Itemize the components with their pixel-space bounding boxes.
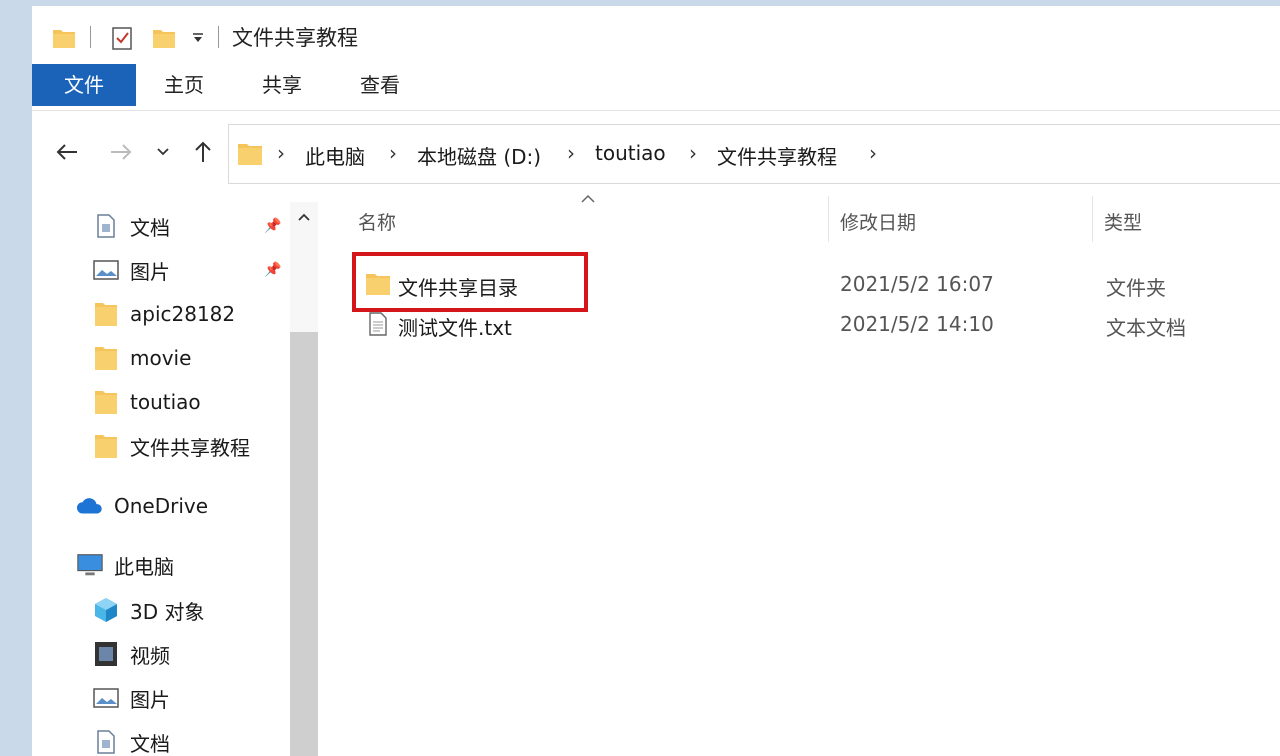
sidebar-item-movie[interactable]: movie <box>92 338 191 378</box>
sidebar-item-onedrive[interactable]: OneDrive <box>76 486 208 526</box>
separator <box>90 26 91 48</box>
folder-icon <box>364 270 392 298</box>
pin-icon[interactable]: 📌 <box>264 262 281 278</box>
breadcrumb-this-pc[interactable]: 此电脑 <box>305 141 365 170</box>
window-title: 文件共享教程 <box>232 26 358 50</box>
sidebar-item-label: 文档 <box>130 215 170 240</box>
folder-icon <box>92 300 120 328</box>
breadcrumb-separator-icon[interactable]: › <box>567 141 575 165</box>
sidebar-item-toutiao[interactable]: toutiao <box>92 382 201 422</box>
address-bar[interactable]: › 此电脑 › 本地磁盘 (D:) › toutiao › 文件共享教程 › <box>228 124 1280 184</box>
properties-icon[interactable] <box>108 24 136 52</box>
sidebar-item-pictures-pc[interactable]: 图片 <box>92 678 170 718</box>
recent-locations-chevron-icon[interactable] <box>152 136 174 168</box>
tab-home[interactable]: 主页 <box>152 64 216 106</box>
sidebar-item-documents-pc[interactable]: 文档 <box>92 722 170 756</box>
cube-icon <box>92 596 120 624</box>
sidebar-item-label: OneDrive <box>114 494 209 518</box>
file-list: 名称 修改日期 类型 文件共享目录 2021/5/2 16:07 文件夹 测试文… <box>320 194 1280 756</box>
table-row[interactable]: 测试文件.txt 2021/5/2 14:10 文本文档 <box>350 304 1280 344</box>
sidebar-item-videos[interactable]: 视频 <box>92 634 170 674</box>
file-modified: 2021/5/2 16:07 <box>840 272 994 296</box>
sidebar-item-label: 此电脑 <box>114 554 174 579</box>
file-name: 测试文件.txt <box>398 316 512 340</box>
back-arrow-icon[interactable] <box>52 136 82 168</box>
scroll-up-chevron-icon[interactable] <box>290 202 318 232</box>
picture-icon <box>92 684 120 712</box>
column-divider[interactable] <box>828 196 829 242</box>
breadcrumb-toutiao[interactable]: toutiao <box>595 141 666 165</box>
sidebar-item-label: 文件共享教程 <box>130 435 250 460</box>
document-icon <box>92 728 120 756</box>
sidebar-item-label: 3D 对象 <box>130 599 205 624</box>
sort-ascending-icon <box>580 192 596 208</box>
pin-icon[interactable]: 📌 <box>264 218 281 234</box>
file-type: 文本文档 <box>1106 316 1186 340</box>
sidebar-scrollbar[interactable] <box>290 202 318 756</box>
sidebar-item-file-share-tutorial[interactable]: 文件共享教程 <box>92 426 250 466</box>
file-type: 文件夹 <box>1106 276 1166 300</box>
video-icon <box>92 640 120 668</box>
breadcrumb-current-folder[interactable]: 文件共享教程 <box>717 141 837 170</box>
sidebar-item-this-pc[interactable]: 此电脑 <box>76 545 174 585</box>
file-modified: 2021/5/2 14:10 <box>840 312 994 336</box>
tab-view[interactable]: 查看 <box>348 64 412 106</box>
folder-icon <box>237 139 263 171</box>
title-bar: 文件共享教程 <box>32 6 1280 64</box>
folder-icon <box>50 24 78 52</box>
file-name: 文件共享目录 <box>398 276 518 300</box>
sidebar-item-label: 文档 <box>130 731 170 756</box>
up-arrow-icon[interactable] <box>188 136 218 168</box>
column-header-type[interactable]: 类型 <box>1104 208 1142 235</box>
sidebar-item-apic28182[interactable]: apic28182 <box>92 294 235 334</box>
customize-toolbar-chevron-icon[interactable] <box>188 24 208 52</box>
separator <box>218 26 219 48</box>
navigation-pane: 文档 📌 图片 📌 apic28182 movie toutiao 文件共享教程… <box>32 202 290 756</box>
tab-share[interactable]: 共享 <box>250 64 314 106</box>
table-row[interactable]: 文件共享目录 2021/5/2 16:07 文件夹 <box>350 264 1280 304</box>
folder-icon <box>92 344 120 372</box>
tab-file[interactable]: 文件 <box>32 64 136 106</box>
breadcrumb-separator-icon: › <box>277 141 285 165</box>
sidebar-item-documents[interactable]: 文档 <box>92 206 170 246</box>
column-header-modified[interactable]: 修改日期 <box>840 208 916 235</box>
new-folder-icon[interactable] <box>150 24 178 52</box>
column-header-name[interactable]: 名称 <box>358 208 396 235</box>
breadcrumb-separator-icon[interactable]: › <box>389 141 397 165</box>
sidebar-item-label: apic28182 <box>130 302 236 326</box>
sidebar-item-label: toutiao <box>130 390 201 414</box>
text-file-icon <box>364 310 392 338</box>
folder-icon <box>92 388 120 416</box>
breadcrumb-local-disk[interactable]: 本地磁盘 (D:) <box>417 141 541 170</box>
sidebar-item-label: 视频 <box>130 643 170 668</box>
folder-icon <box>92 432 120 460</box>
column-divider[interactable] <box>1092 196 1093 242</box>
cloud-icon <box>76 492 104 520</box>
ribbon-tabs: 文件 主页 共享 查看 <box>32 64 1280 111</box>
breadcrumb-separator-icon[interactable]: › <box>689 141 697 165</box>
picture-icon <box>92 256 120 284</box>
sidebar-item-label: 图片 <box>130 687 170 712</box>
forward-arrow-icon[interactable] <box>106 136 136 168</box>
sidebar-item-label: movie <box>130 346 192 370</box>
sidebar-item-3d-objects[interactable]: 3D 对象 <box>92 590 204 630</box>
breadcrumb-separator-icon[interactable]: › <box>869 141 877 165</box>
scrollbar-thumb[interactable] <box>290 332 318 756</box>
computer-icon <box>76 551 104 579</box>
document-icon <box>92 212 120 240</box>
explorer-window: 文件共享教程 文件 主页 共享 查看 › 此电脑 › 本地磁盘 (D:) › t… <box>32 6 1280 756</box>
sidebar-item-label: 图片 <box>130 259 170 284</box>
sidebar-item-pictures[interactable]: 图片 <box>92 250 170 290</box>
